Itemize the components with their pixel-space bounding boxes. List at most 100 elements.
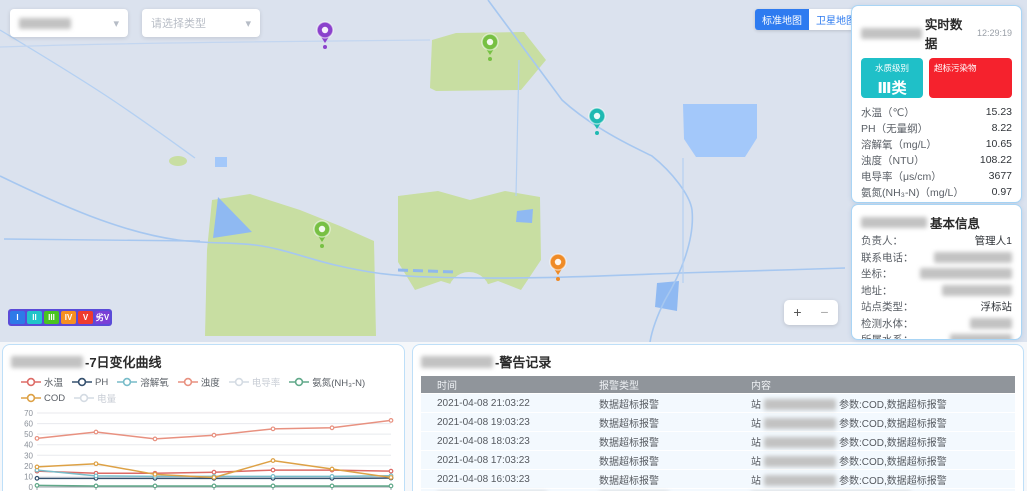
info-label: 地址： [861, 283, 893, 298]
info-label: 负责人： [861, 233, 903, 248]
metric-label: 水温（℃） [861, 105, 915, 120]
trend-chart-card: -7日变化曲线 水温PH溶解氧浊度电导率氨氮(NH₃-N)COD电量 01020… [2, 344, 405, 491]
alerts-table: 时间报警类型内容 2021-04-08 21:03:22数据超标报警站参数:CO… [421, 376, 1015, 491]
water-class-chip: IV [61, 311, 76, 324]
standard-map-button[interactable]: 标准地图 [755, 9, 809, 30]
water-level-badge: 水质级别 Ⅲ类 [861, 58, 923, 98]
zoom-in-button[interactable]: + [784, 300, 811, 325]
trend-chart-title: -7日变化曲线 [11, 352, 396, 371]
legend-marker-icon [74, 393, 94, 403]
realtime-time: 12:29:19 [977, 28, 1012, 38]
alert-time: 2021-04-08 19:03:23 [421, 417, 599, 428]
table-row[interactable]: 2021-04-08 21:03:22数据超标报警站参数:COD,数据超标报警 [421, 394, 1015, 412]
water-class-chip: I [10, 311, 25, 324]
metric-value: 0.97 [992, 186, 1012, 198]
info-row: 地址： [861, 283, 1012, 299]
chart-legend-item[interactable]: 水温 [21, 375, 63, 389]
alerts-column-header: 内容 [751, 377, 1015, 392]
alert-time: 2021-04-08 16:03:23 [421, 474, 599, 485]
info-label: 所属水系： [861, 332, 914, 340]
legend-label: 氨氮(NH₃-N) [312, 375, 365, 389]
water-class-chip: 劣V [95, 311, 110, 324]
region-select[interactable]: ▾ [10, 9, 128, 37]
info-title-text: 基本信息 [930, 213, 980, 232]
svg-text:30: 30 [24, 451, 33, 460]
legend-marker-icon [21, 377, 41, 387]
metrics-list: 水温（℃）15.23PH（无量纲）8.22溶解氧（mg/L）10.65浊度（NT… [861, 104, 1012, 203]
water-class-chip: V [78, 311, 93, 324]
type-select[interactable]: 请选择类型 ▾ [142, 9, 260, 37]
info-row: 负责人： 管理人1 [861, 233, 1012, 249]
table-row[interactable]: 2021-04-08 16:03:23数据超标报警站参数:COD,数据超标报警 [421, 470, 1015, 488]
chart-legend-item[interactable]: 溶解氧 [117, 375, 169, 389]
alert-content: 站参数:COD,数据超标报警 [751, 396, 1015, 411]
info-row: 检测水体： [861, 316, 1012, 332]
water-quality-legend: IIIIIIIVV劣V [8, 309, 112, 326]
water-class-chip: III [44, 311, 59, 324]
trend-chart-title-text: -7日变化曲线 [85, 352, 162, 371]
alert-content: 站参数:COD,数据超标报警 [751, 415, 1015, 430]
info-label: 检测水体： [861, 316, 914, 331]
map-marker[interactable] [317, 22, 333, 49]
realtime-data-panel: 实时数据 12:29:19 水质级别 Ⅲ类 超标污染物 水温（℃）15.23PH… [851, 5, 1022, 203]
map-marker[interactable] [589, 108, 605, 135]
chart-legend-item[interactable]: PH [72, 377, 108, 388]
info-row: 联系电话： [861, 250, 1012, 266]
alert-records-card: -警告记录 时间报警类型内容 2021-04-08 21:03:22数据超标报警… [412, 344, 1024, 491]
trend-chart-legend: 水温 PH 溶解氧浊度电导率 氨氮(NH₃-N) COD 电量 [21, 375, 396, 405]
station-name-blur [764, 456, 836, 467]
svg-text:40: 40 [24, 441, 33, 450]
info-panel-title: 基本信息 [861, 213, 1012, 232]
chart-legend-item[interactable]: 浊度 [178, 375, 220, 389]
alert-records-title: -警告记录 [421, 352, 1015, 371]
chart-legend-item[interactable]: 氨氮(NH₃-N) [289, 375, 365, 389]
info-row: 坐标： [861, 266, 1012, 282]
table-row[interactable]: 2021-04-08 18:03:23数据超标报警站参数:COD,数据超标报警 [421, 432, 1015, 450]
chevron-down-icon: ▾ [113, 17, 119, 30]
trend-line-chart: 01020304050607004-0204-0304-0404-0504-06… [11, 407, 399, 491]
map-type-toggle: 标准地图 卫星地图 [755, 9, 863, 30]
metric-row: 电导率（μs/cm）3677 [861, 168, 1012, 184]
table-row[interactable]: 2021-04-08 19:03:23数据超标报警站参数:COD,数据超标报警 [421, 413, 1015, 431]
legend-label: 溶解氧 [140, 375, 169, 389]
legend-marker-icon [229, 377, 249, 387]
info-label: 站点类型： [861, 299, 914, 314]
metric-label: 电导率（μs/cm） [861, 169, 942, 184]
metric-row: 溶解氧（mg/L）10.65 [861, 136, 1012, 152]
region-select-value [19, 18, 71, 29]
legend-marker-icon [117, 377, 137, 387]
chart-legend-item[interactable]: 电量 [74, 391, 116, 405]
basic-info-panel: 基本信息 负责人：管理人1联系电话：坐标：地址：站点类型：浮标站检测水体：所属水… [851, 204, 1022, 340]
alert-records-title-text: -警告记录 [495, 352, 551, 371]
alerts-table-header: 时间报警类型内容 [421, 376, 1015, 393]
svg-text:0: 0 [29, 483, 34, 491]
metric-row: PH（无量纲）8.22 [861, 120, 1012, 136]
legend-label: COD [44, 393, 65, 404]
table-row[interactable]: 2021-04-08 17:03:23数据超标报警站参数:COD,数据超标报警 [421, 451, 1015, 469]
station-name-blur [764, 418, 836, 429]
chevron-down-icon: ▾ [245, 17, 251, 30]
metric-value: 108.22 [980, 154, 1012, 166]
station-name-blur [861, 217, 927, 228]
info-value: 管理人1 [975, 233, 1012, 248]
metric-label: 浊度（NTU） [861, 153, 925, 168]
station-name-blur [861, 28, 922, 39]
info-fields-list: 负责人：管理人1联系电话：坐标：地址：站点类型：浮标站检测水体：所属水系： [861, 233, 1012, 340]
realtime-title-text: 实时数据 [925, 14, 971, 52]
alert-time: 2021-04-08 21:03:22 [421, 398, 599, 409]
info-value-blur [970, 318, 1012, 329]
svg-text:60: 60 [24, 420, 33, 429]
chart-legend-item[interactable]: 电导率 [229, 375, 281, 389]
map-geography [0, 0, 845, 342]
metric-row: 浊度（NTU） 108.22 [861, 152, 1012, 168]
legend-marker-icon [289, 377, 309, 387]
legend-label: PH [95, 377, 108, 388]
alerts-table-body: 2021-04-08 21:03:22数据超标报警站参数:COD,数据超标报警2… [421, 394, 1015, 491]
svg-text:70: 70 [24, 409, 33, 418]
metric-value: 8.22 [992, 122, 1012, 134]
info-row: 所属水系： [861, 332, 1012, 340]
pollutant-badge: 超标污染物 [929, 58, 1012, 98]
chart-legend-item[interactable]: COD [21, 393, 65, 404]
metric-row: 氨氮(NH₃-N)（mg/L）0.97 [861, 184, 1012, 200]
zoom-out-button[interactable]: − [811, 300, 838, 325]
